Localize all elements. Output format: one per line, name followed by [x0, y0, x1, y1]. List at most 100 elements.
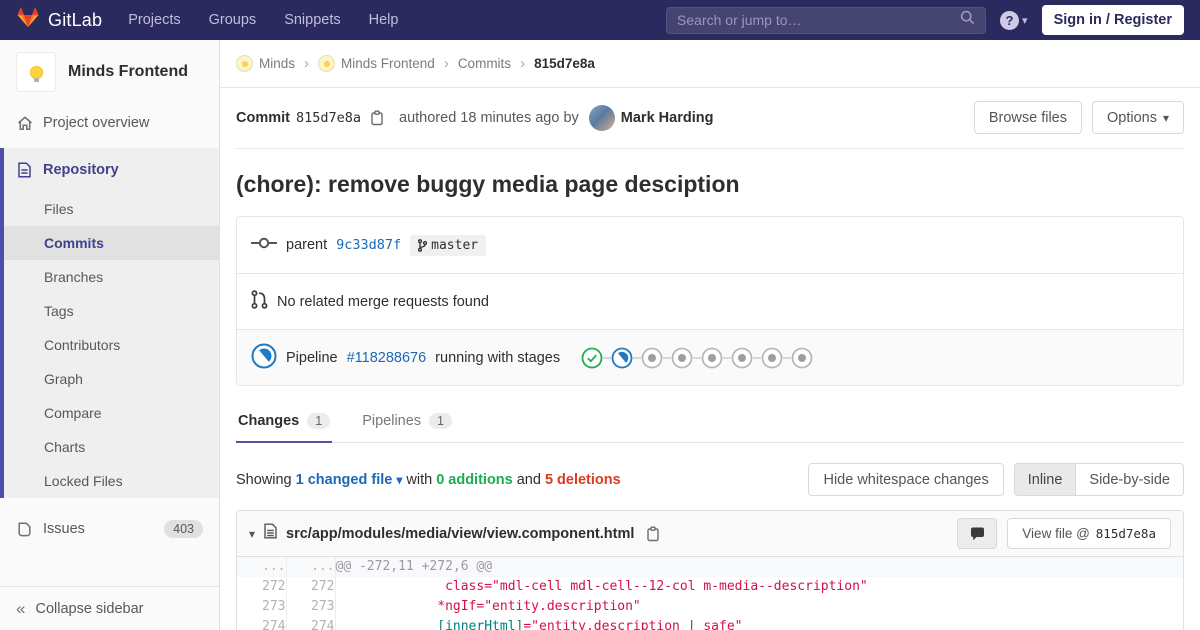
line-number-old[interactable]: 272	[237, 577, 287, 597]
author-name-link[interactable]: Mark Harding	[621, 110, 714, 126]
search-icon[interactable]	[960, 10, 975, 30]
diff-file-path[interactable]: src/app/modules/media/view/view.componen…	[286, 526, 634, 542]
view-file-button[interactable]: View file @ 815d7e8a	[1007, 518, 1171, 549]
sidebar-item-issues[interactable]: Issues 403	[0, 508, 219, 550]
sidebar-item-label: Project overview	[43, 115, 150, 131]
nav-projects[interactable]: Projects	[128, 12, 180, 28]
gitlab-tanuki-icon	[16, 6, 40, 34]
copy-sha-button[interactable]	[367, 110, 387, 126]
sidebar-item-branches[interactable]: Branches	[4, 260, 219, 294]
project-avatar-small	[318, 55, 336, 72]
deletions-count: 5 deletions	[544, 471, 621, 488]
tab-changes[interactable]: Changes 1	[236, 402, 333, 443]
issues-count-badge: 403	[164, 520, 203, 538]
and-text: and	[516, 471, 541, 488]
commit-label: Commit	[236, 109, 290, 126]
sidebar-item-commits[interactable]: Commits	[4, 226, 219, 260]
line-number-new: ...	[286, 557, 336, 577]
stage-success-icon[interactable]	[581, 347, 603, 369]
toggle-comments-button[interactable]	[957, 518, 998, 549]
hide-whitespace-button[interactable]: Hide whitespace changes	[808, 463, 1004, 496]
nav-help[interactable]: Help	[369, 12, 399, 28]
sidebar-item-compare[interactable]: Compare	[4, 396, 219, 430]
project-header-link[interactable]: Minds Frontend	[0, 40, 219, 102]
line-number-new[interactable]: 274	[286, 617, 336, 630]
tab-pipelines[interactable]: Pipelines 1	[360, 402, 454, 443]
sidebar-item-graph[interactable]: Graph	[4, 362, 219, 396]
lightbulb-icon	[241, 60, 248, 67]
sidebar-item-label: Issues	[43, 521, 85, 537]
sidebar-item-tags[interactable]: Tags	[4, 294, 219, 328]
gitlab-logo[interactable]: GitLab	[16, 6, 102, 34]
nav-groups[interactable]: Groups	[209, 12, 257, 28]
collapse-label: Collapse sidebar	[35, 600, 144, 617]
help-icon[interactable]: ?	[1000, 10, 1020, 30]
pipeline-running-icon[interactable]	[251, 343, 277, 373]
changes-count-badge: 1	[307, 413, 331, 429]
options-dropdown-button[interactable]: Options ▾	[1091, 101, 1184, 134]
line-number-old[interactable]: 274	[237, 617, 287, 630]
breadcrumb-commits[interactable]: Commits	[458, 56, 511, 71]
with-text: with	[406, 471, 433, 488]
file-icon	[264, 523, 277, 544]
parent-sha-link[interactable]: 9c33d87f	[336, 237, 401, 253]
sidebar-item-files[interactable]: Files	[4, 192, 219, 226]
inline-toggle-button[interactable]: Inline	[1013, 463, 1077, 496]
browse-files-button[interactable]: Browse files	[973, 101, 1082, 134]
collapse-icon: «	[16, 598, 26, 618]
diff-line-row: 274 274 [innerHtml]="entity.description |…	[237, 617, 1183, 630]
stage-created-icon[interactable]	[783, 347, 813, 369]
stage-created-icon[interactable]	[663, 347, 693, 369]
stage-created-icon[interactable]	[633, 347, 663, 369]
commit-title: (chore): remove buggy media page descipt…	[236, 171, 740, 197]
pipeline-status-text: running with stages	[435, 349, 561, 366]
pipelines-count-badge: 1	[429, 413, 452, 429]
line-number-new[interactable]: 273	[286, 597, 336, 617]
nav-snippets[interactable]: Snippets	[284, 12, 340, 28]
breadcrumb-sep-icon: ›	[520, 55, 526, 72]
sidebar-section-repository: Repository Files Commits Branches Tags C…	[0, 148, 219, 498]
diff-view-toggle: Inline Side-by-side	[1013, 463, 1184, 496]
comment-bubble-icon	[970, 527, 984, 540]
signin-register-button[interactable]: Sign in / Register	[1041, 5, 1184, 35]
group-avatar	[236, 55, 253, 72]
sidebar-item-contributors[interactable]: Contributors	[4, 328, 219, 362]
parent-label: parent	[286, 237, 328, 253]
diff-table: ...... @@ -272,11 +272,6 @@ 272 272 class="…	[237, 557, 1183, 630]
line-number-old[interactable]: 273	[237, 597, 287, 617]
issues-icon	[16, 521, 33, 537]
sidebar-item-project-overview[interactable]: Project overview	[0, 102, 219, 144]
project-name: Minds Frontend	[68, 63, 188, 80]
gitlab-commit-page: GitLab Projects Groups Snippets Help ? ▾…	[0, 0, 1200, 630]
breadcrumb-sep-icon: ›	[443, 55, 449, 72]
pipeline-id-link[interactable]: #118288676	[347, 350, 427, 366]
diff-code-cell: *ngIf="entity.description"	[437, 599, 641, 614]
chevron-down-icon: ▾	[1162, 110, 1169, 125]
copy-path-button[interactable]	[643, 526, 663, 542]
chevron-down-icon: ▾	[1022, 14, 1028, 27]
collapse-diff-icon[interactable]: ▾	[249, 527, 255, 541]
stage-created-icon[interactable]	[723, 347, 753, 369]
search-input[interactable]	[677, 12, 961, 28]
help-menu[interactable]: ? ▾	[1000, 10, 1028, 30]
home-icon	[16, 115, 33, 131]
line-number-new[interactable]: 272	[286, 577, 336, 597]
sidebar-item-locked-files[interactable]: Locked Files	[4, 464, 219, 498]
breadcrumb-sep-icon: ›	[304, 55, 310, 72]
stage-running-icon[interactable]	[603, 347, 633, 369]
breadcrumb-minds[interactable]: Minds	[236, 55, 295, 72]
stage-created-icon[interactable]	[753, 347, 783, 369]
author-avatar[interactable]	[588, 104, 615, 131]
lightbulb-icon	[323, 60, 330, 67]
stage-created-icon[interactable]	[693, 347, 723, 369]
collapse-sidebar-button[interactable]: « Collapse sidebar	[0, 586, 219, 630]
changed-files-dropdown[interactable]: 1 changed file ▾	[296, 472, 403, 488]
global-search[interactable]	[666, 6, 987, 34]
side-by-side-toggle-button[interactable]: Side-by-side	[1076, 463, 1184, 496]
sidebar-item-repository[interactable]: Repository	[4, 148, 219, 192]
commit-sha: 815d7e8a	[295, 109, 362, 126]
sidebar-item-charts[interactable]: Charts	[4, 430, 219, 464]
breadcrumb-minds-frontend[interactable]: Minds Frontend	[318, 55, 435, 72]
branch-badge[interactable]: master	[410, 234, 487, 256]
diff-line-row: 272 272 class="mdl-cell mdl-cell--12-col …	[237, 577, 1183, 597]
